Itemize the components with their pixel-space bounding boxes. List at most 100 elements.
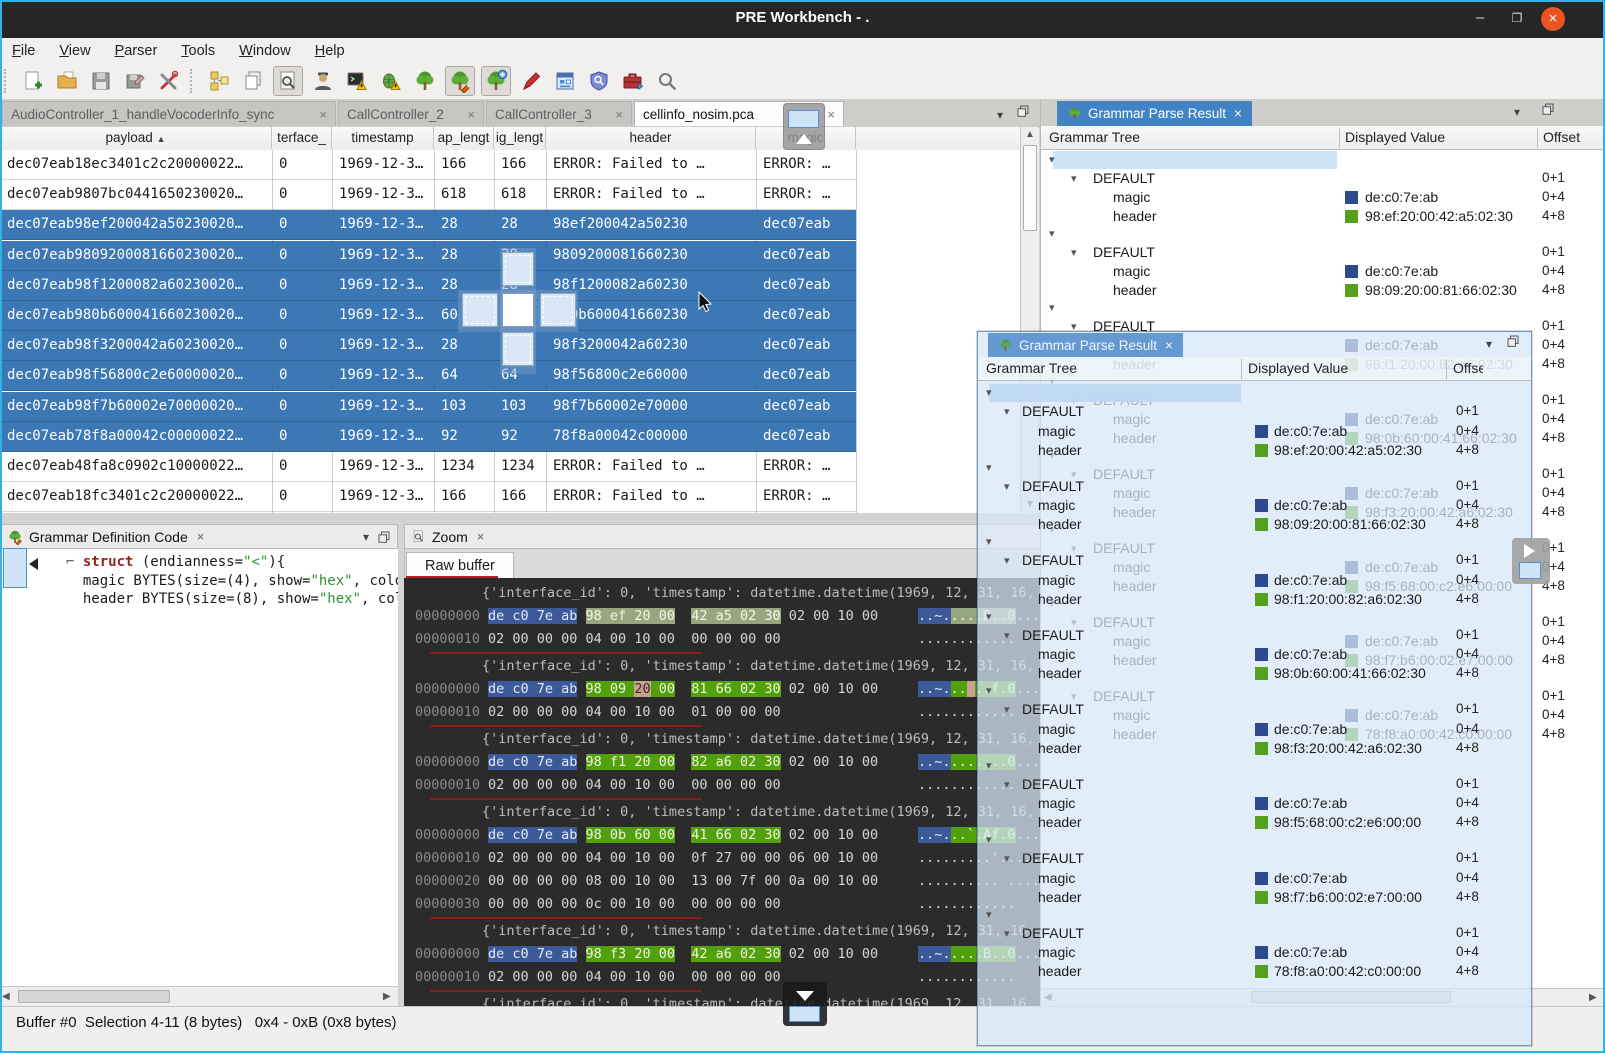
tree-leaf-magic[interactable]: magicde:c0:7e:ab0+4 bbox=[978, 572, 1531, 591]
cell-ig-lengt[interactable]: 166 bbox=[494, 482, 546, 512]
close-tab-icon[interactable]: × bbox=[319, 107, 327, 122]
cell-payload[interactable]: dec07eab98f7b60002e70000020… bbox=[0, 392, 272, 422]
tree-leaf-magic[interactable]: magicde:c0:7e:ab0+4 bbox=[978, 497, 1531, 516]
hex-line[interactable]: 00000000de c0 7e ab 98 ef 20 00 42 a5 02… bbox=[404, 605, 1048, 628]
grammar-code-editor[interactable]: ⌐ struct (endianness="<"){ magic BYTES(s… bbox=[0, 549, 398, 986]
table-row[interactable]: dec07eab98f3200042a60230020…01969-12-3…2… bbox=[0, 331, 856, 361]
panel-menu-dropdown-icon[interactable]: ▾ bbox=[363, 530, 369, 544]
parse-tree-button[interactable] bbox=[411, 67, 439, 95]
panel-menu-dropdown-icon[interactable]: ▾ bbox=[1486, 337, 1492, 351]
close-tab-icon[interactable]: × bbox=[1234, 106, 1242, 121]
parse-result-tree[interactable]: ▾▾DEFAULT0+1magicde:c0:7e:ab0+4header98:… bbox=[978, 383, 1531, 1045]
cell-terface-[interactable]: 0 bbox=[272, 392, 332, 422]
code-hscrollbar[interactable]: ◀ ▶ bbox=[0, 986, 398, 1006]
minimize-button[interactable]: – bbox=[1468, 7, 1492, 31]
tree-root-row[interactable]: ▾ bbox=[978, 533, 1531, 552]
tools-button[interactable] bbox=[155, 67, 183, 95]
save-as-button[interactable] bbox=[121, 67, 149, 95]
table-row[interactable]: dec07eab98ef200042a50230020…01969-12-3…2… bbox=[0, 210, 856, 240]
menu-parser[interactable]: Parser bbox=[103, 41, 170, 61]
cell-timestamp[interactable]: 1969-12-3… bbox=[332, 301, 434, 331]
zoom-panel-header[interactable]: Zoom × bbox=[404, 524, 1048, 549]
hex-dump-view[interactable]: {'interface_id': 0, 'timestamp': datetim… bbox=[404, 578, 1048, 1006]
tree-root-row[interactable]: ▾ bbox=[1041, 225, 1605, 244]
terminal-warning-button[interactable] bbox=[343, 67, 371, 95]
tree-node-default[interactable]: ▾DEFAULT0+1 bbox=[978, 478, 1531, 497]
tab-callcontroller-2[interactable]: CallController_2× bbox=[338, 101, 484, 126]
new-file-button[interactable] bbox=[19, 67, 47, 95]
collapse-arrow-icon[interactable]: ▾ bbox=[1071, 246, 1077, 259]
menu-file[interactable]: File bbox=[0, 41, 47, 61]
tree-node-default[interactable]: ▾DEFAULT0+1 bbox=[978, 850, 1531, 869]
table-row[interactable]: dec07eab18ec3401c2c20000022…01969-12-3…1… bbox=[0, 150, 856, 180]
tree-node-default[interactable]: ▾DEFAULT0+1 bbox=[1041, 170, 1605, 189]
cell-payload[interactable]: dec07eab98f1200082a60230020… bbox=[0, 271, 272, 301]
column-header-timestamp[interactable]: timestamp bbox=[332, 127, 434, 149]
hex-line[interactable]: 0000001002 00 00 00 04 00 10 00 00 00 00… bbox=[404, 966, 1048, 989]
table-row[interactable]: dec07eab78f8a00042c00000022…01969-12-3…9… bbox=[0, 422, 856, 452]
cell-payload[interactable]: dec07eab98ef200042a50230020… bbox=[0, 210, 272, 240]
close-tab-icon[interactable]: × bbox=[467, 107, 475, 122]
cell-header[interactable]: 9809200081660230 bbox=[546, 241, 756, 271]
collapse-arrow-icon[interactable]: ▾ bbox=[1071, 172, 1077, 185]
menu-tools[interactable]: Tools bbox=[169, 41, 227, 61]
collapse-arrow-icon[interactable]: ▾ bbox=[986, 684, 992, 697]
cell-magic[interactable]: dec07eab bbox=[756, 361, 856, 391]
cell-magic[interactable]: dec07eab bbox=[756, 422, 856, 452]
menu-help[interactable]: Help bbox=[303, 41, 357, 61]
tree-root-row[interactable]: ▾ bbox=[978, 906, 1531, 925]
column-grammar-tree[interactable]: Grammar Tree bbox=[1049, 129, 1329, 145]
cell-magic[interactable]: dec07eab bbox=[756, 241, 856, 271]
hex-line[interactable]: 00000000de c0 7e ab 98 09 20 00 81 66 02… bbox=[404, 678, 1048, 701]
scroll-right-icon[interactable]: ▶ bbox=[383, 991, 391, 1002]
code-hscroll-thumb[interactable] bbox=[18, 990, 170, 1003]
tab-grammar-parse-result[interactable]: Grammar Parse Result× bbox=[988, 333, 1183, 357]
cell-header[interactable]: 98ef200042a50230 bbox=[546, 210, 756, 240]
preview-document-button[interactable] bbox=[273, 66, 303, 96]
collapse-arrow-icon[interactable]: ▾ bbox=[1004, 554, 1010, 567]
save-button[interactable] bbox=[87, 67, 115, 95]
tree-node-default[interactable]: ▾DEFAULT0+1 bbox=[978, 701, 1531, 720]
table-row[interactable]: dec07eab9807bc0441650230020…01969-12-3…6… bbox=[0, 180, 856, 210]
table-row[interactable]: dec07eab980b600041660230020…01969-12-3…6… bbox=[0, 301, 856, 331]
column-header-payload[interactable]: payload ▲ bbox=[0, 127, 272, 149]
float-panel-icon[interactable] bbox=[1541, 102, 1555, 119]
search-button[interactable] bbox=[653, 67, 681, 95]
cell-magic[interactable]: dec07eab bbox=[756, 331, 856, 361]
hex-line[interactable]: 0000001002 00 00 00 04 00 10 00 0f 27 00… bbox=[404, 847, 1048, 870]
column-header-ig-lengt[interactable]: ig_lengt bbox=[494, 127, 546, 149]
tree-leaf-magic[interactable]: magicde:c0:7e:ab0+4 bbox=[978, 795, 1531, 814]
tree-root-row[interactable]: ▾ bbox=[978, 384, 1531, 403]
hex-line[interactable]: 0000001002 00 00 00 04 00 10 00 00 00 00… bbox=[404, 628, 1048, 651]
cell-payload[interactable]: dec07eab98f3200042a60230020… bbox=[0, 331, 272, 361]
cell-timestamp[interactable]: 1969-12-3… bbox=[332, 452, 434, 482]
collapse-arrow-icon[interactable]: ▾ bbox=[1004, 480, 1010, 493]
table-row[interactable]: dec07eab98f1200082a60230020…01969-12-3…2… bbox=[0, 271, 856, 301]
collapse-arrow-icon[interactable]: ▾ bbox=[986, 386, 992, 399]
cell-timestamp[interactable]: 1969-12-3… bbox=[332, 150, 434, 180]
open-folder-button[interactable] bbox=[53, 67, 81, 95]
tree-leaf-magic[interactable]: magicde:c0:7e:ab0+4 bbox=[978, 944, 1531, 963]
table-vscroll-thumb[interactable] bbox=[1023, 145, 1037, 231]
cell-terface-[interactable]: 0 bbox=[272, 180, 332, 210]
hex-line[interactable]: 00000000de c0 7e ab 98 0b 60 00 41 66 02… bbox=[404, 824, 1048, 847]
column-offset[interactable]: Offset bbox=[1453, 360, 1483, 376]
cell-header[interactable]: 98f56800c2e60000 bbox=[546, 361, 756, 391]
collapse-arrow-icon[interactable]: ▾ bbox=[1004, 703, 1010, 716]
cell-timestamp[interactable]: 1969-12-3… bbox=[332, 180, 434, 210]
cell-payload[interactable]: dec07eab9809200081660230020… bbox=[0, 241, 272, 271]
scroll-left-icon[interactable]: ◀ bbox=[2, 991, 10, 1002]
tree-root-row[interactable]: ▾ bbox=[978, 831, 1531, 850]
collapse-arrow-icon[interactable]: ▾ bbox=[986, 610, 992, 623]
cell-ig-lengt[interactable]: 166 bbox=[494, 150, 546, 180]
collapse-arrow-icon[interactable]: ▾ bbox=[986, 833, 992, 846]
tree-leaf-magic[interactable]: magicde:c0:7e:ab0+4 bbox=[978, 870, 1531, 889]
tree-root-row[interactable]: ▾ bbox=[978, 757, 1531, 776]
tab-raw-buffer[interactable]: Raw buffer bbox=[406, 552, 514, 578]
tree-node-default[interactable]: ▾DEFAULT0+1 bbox=[978, 403, 1531, 422]
cell-header[interactable]: 78f8a00042c00000 bbox=[546, 422, 756, 452]
tree-root-row[interactable]: ▾ bbox=[978, 459, 1531, 478]
cell-header[interactable]: ERROR: Failed to … bbox=[546, 150, 756, 180]
cell-ap-lengt[interactable]: 166 bbox=[434, 150, 494, 180]
collapse-arrow-icon[interactable]: ▾ bbox=[1004, 778, 1010, 791]
